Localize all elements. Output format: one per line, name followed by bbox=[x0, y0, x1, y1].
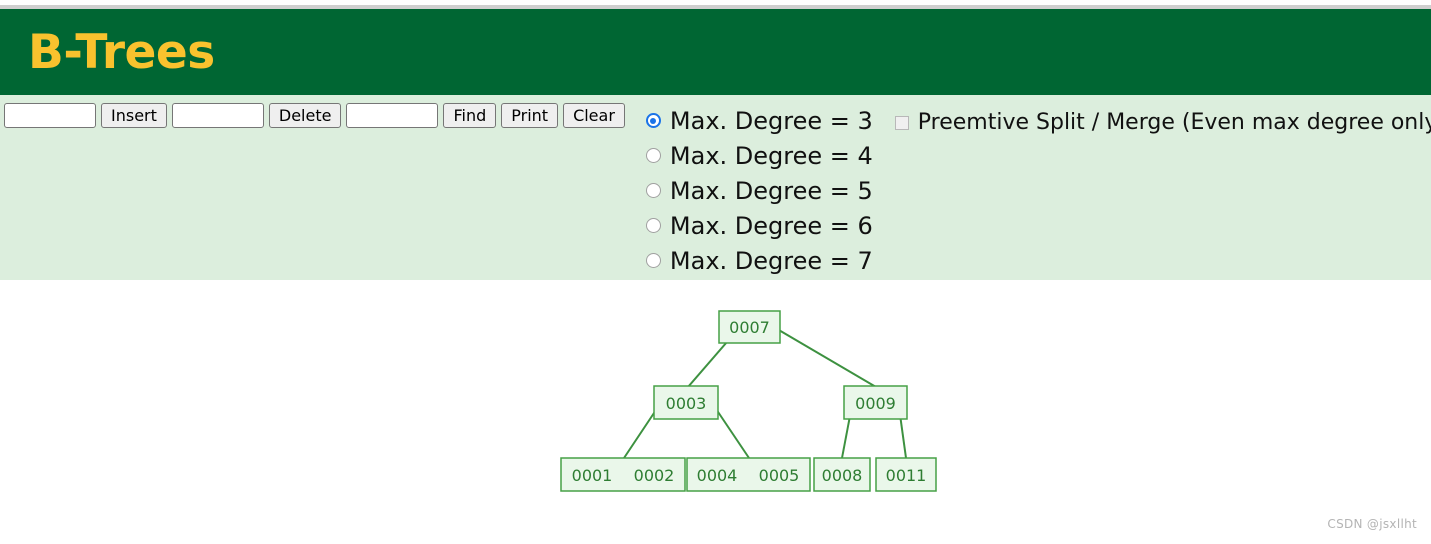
radio-label-degree-3: Max. Degree = 3 bbox=[669, 106, 873, 135]
page-header: B-Trees bbox=[0, 9, 1431, 95]
radio-option-degree-7[interactable]: Max. Degree = 7 bbox=[645, 243, 873, 278]
watermark: CSDN @jsxllht bbox=[1327, 517, 1417, 531]
insert-input[interactable] bbox=[4, 103, 96, 128]
radio-option-degree-4[interactable]: Max. Degree = 4 bbox=[645, 138, 873, 173]
control-panel: Insert Delete Find Print Clear Max. Degr… bbox=[0, 95, 1431, 280]
radio-option-degree-5[interactable]: Max. Degree = 5 bbox=[645, 173, 873, 208]
node-0003[interactable]: 0003 bbox=[653, 385, 719, 420]
insert-button[interactable]: Insert bbox=[101, 103, 167, 128]
radio-icon-degree-3[interactable] bbox=[645, 113, 661, 128]
leaf-0004-0005[interactable]: 0004 0005 bbox=[686, 457, 811, 492]
preemptive-split-merge-label: Preemtive Split / Merge (Even max degree… bbox=[917, 110, 1431, 135]
radio-icon-degree-6[interactable] bbox=[645, 218, 661, 233]
radio-label-degree-6: Max. Degree = 6 bbox=[669, 211, 873, 240]
checkbox-icon-preemptive[interactable] bbox=[894, 116, 909, 130]
radio-label-degree-7: Max. Degree = 7 bbox=[669, 246, 873, 275]
radio-label-degree-4: Max. Degree = 4 bbox=[669, 141, 873, 170]
leaf-0001-0002-key-0: 0001 bbox=[572, 466, 613, 485]
max-degree-radio-group: Max. Degree = 3 Max. Degree = 4 Max. Deg… bbox=[645, 103, 873, 278]
node-root-key-0: 0007 bbox=[729, 318, 770, 337]
leaf-0001-0002-key-1: 0002 bbox=[634, 466, 675, 485]
radio-option-degree-3[interactable]: Max. Degree = 3 bbox=[645, 103, 873, 138]
find-input[interactable] bbox=[346, 103, 439, 128]
tree-canvas: 0007 0003 0009 0001 0002 0004 0005 0008 … bbox=[0, 280, 1431, 539]
radio-icon-degree-4[interactable] bbox=[645, 148, 661, 163]
delete-button[interactable]: Delete bbox=[268, 103, 342, 128]
radio-icon-degree-7[interactable] bbox=[645, 253, 661, 268]
tree-nodes: 0007 0003 0009 0001 0002 0004 0005 0008 … bbox=[560, 310, 937, 492]
find-button[interactable]: Find bbox=[443, 103, 497, 128]
leaf-0008[interactable]: 0008 bbox=[813, 457, 871, 492]
control-row: Insert Delete Find Print Clear Max. Degr… bbox=[0, 103, 1431, 278]
preemptive-split-merge-option[interactable]: Preemtive Split / Merge (Even max degree… bbox=[894, 110, 1431, 135]
clear-button[interactable]: Clear bbox=[563, 103, 625, 128]
leaf-0004-0005-key-1: 0005 bbox=[759, 466, 800, 485]
radio-label-degree-5: Max. Degree = 5 bbox=[669, 176, 873, 205]
leaf-0011-key-0: 0011 bbox=[886, 466, 927, 485]
edge-root-to-0009 bbox=[771, 325, 877, 388]
print-button[interactable]: Print bbox=[501, 103, 559, 128]
leaf-0001-0002[interactable]: 0001 0002 bbox=[560, 457, 686, 492]
radio-icon-degree-5[interactable] bbox=[645, 183, 661, 198]
delete-input[interactable] bbox=[171, 103, 264, 128]
node-0003-key-0: 0003 bbox=[666, 394, 707, 413]
radio-option-degree-6[interactable]: Max. Degree = 6 bbox=[645, 208, 873, 243]
leaf-0004-0005-key-0: 0004 bbox=[697, 466, 738, 485]
node-0009-key-0: 0009 bbox=[855, 394, 896, 413]
node-0009[interactable]: 0009 bbox=[843, 385, 908, 420]
btree-diagram: 0007 0003 0009 0001 0002 0004 0005 0008 … bbox=[560, 310, 937, 492]
leaf-0008-key-0: 0008 bbox=[822, 466, 863, 485]
node-root[interactable]: 0007 bbox=[718, 310, 781, 344]
leaf-0011[interactable]: 0011 bbox=[875, 457, 937, 492]
page-title: B-Trees bbox=[28, 24, 215, 80]
options-block: Max. Degree = 3 Max. Degree = 4 Max. Deg… bbox=[645, 103, 1431, 278]
